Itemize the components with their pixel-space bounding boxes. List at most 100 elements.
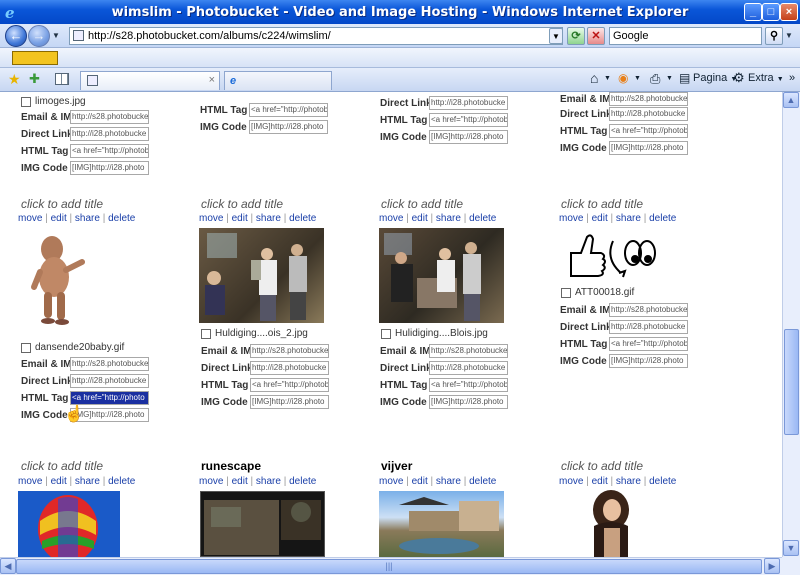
back-arrow-icon[interactable]: ←: [5, 25, 27, 47]
share-link[interactable]: share: [436, 476, 461, 487]
html-tag-field[interactable]: <a href="http://photob: [609, 124, 688, 138]
dancing-baby-image[interactable]: [30, 232, 85, 327]
scroll-down-arrow-icon[interactable]: ▼: [783, 540, 799, 556]
checkbox[interactable]: [21, 97, 31, 107]
delete-link[interactable]: delete: [469, 476, 496, 487]
edit-link[interactable]: edit: [232, 213, 248, 224]
print-icon[interactable]: ⎙: [650, 71, 660, 87]
maximize-button[interactable]: □: [762, 3, 780, 21]
img-code-field[interactable]: [IMG]http://i28.photo: [250, 395, 329, 409]
ceremony-photo-2[interactable]: [379, 228, 504, 323]
share-link[interactable]: share: [616, 213, 641, 224]
edit-link[interactable]: edit: [412, 213, 428, 224]
tab-photobucket[interactable]: ×: [80, 71, 220, 90]
delete-link[interactable]: delete: [649, 476, 676, 487]
garden-pond-image[interactable]: [379, 491, 504, 557]
add-title-link[interactable]: click to add title: [561, 197, 643, 211]
search-icon[interactable]: ⚲: [765, 27, 783, 45]
refresh-icon[interactable]: ⟳: [567, 27, 585, 45]
scroll-left-arrow-icon[interactable]: ◀: [0, 558, 16, 574]
move-link[interactable]: move: [199, 213, 223, 224]
tab-new[interactable]: e: [224, 71, 332, 90]
feeds-icon[interactable]: ◉: [618, 71, 628, 85]
email-field[interactable]: http://s28.photobucke: [250, 344, 329, 358]
checkbox[interactable]: [381, 329, 391, 339]
home-icon[interactable]: ⌂: [590, 70, 598, 86]
horizontal-scroll-thumb[interactable]: |||: [16, 559, 762, 574]
delete-link[interactable]: delete: [469, 213, 496, 224]
file-checkbox[interactable]: ATT00018.gif: [561, 287, 634, 298]
email-field[interactable]: http://s28.photobucke: [609, 92, 688, 106]
direct-link-field[interactable]: http://i28.photobucke: [250, 361, 329, 375]
home-dropdown-icon[interactable]: ▼: [604, 75, 611, 82]
add-favorites-icon[interactable]: ✚: [29, 71, 40, 87]
photo-title[interactable]: runescape: [201, 459, 261, 473]
direct-link-field[interactable]: http://i28.photobucke: [70, 127, 149, 141]
vertical-scrollbar[interactable]: ▲ ▼: [782, 92, 800, 557]
search-input[interactable]: Google: [609, 27, 762, 45]
add-title-link[interactable]: click to add title: [21, 459, 103, 473]
email-field[interactable]: http://s28.photobucke: [70, 110, 149, 124]
scroll-right-arrow-icon[interactable]: ▶: [764, 558, 780, 574]
edit-link[interactable]: edit: [412, 476, 428, 487]
thumbs-up-cartoon-image[interactable]: [563, 231, 658, 281]
chevron-right-icon[interactable]: »: [789, 72, 795, 84]
email-field[interactable]: http://s28.photobucke: [609, 303, 688, 317]
balloon-image[interactable]: [18, 491, 120, 557]
horizontal-scrollbar[interactable]: ◀ ||| ▶: [0, 557, 782, 575]
direct-link-field[interactable]: http://i28.photobucke: [70, 374, 149, 388]
share-link[interactable]: share: [616, 476, 641, 487]
share-link[interactable]: share: [75, 476, 100, 487]
edit-link[interactable]: edit: [232, 476, 248, 487]
direct-link-field[interactable]: http://i28.photobucke: [609, 320, 688, 334]
html-tag-field[interactable]: <a href="http://photob: [249, 103, 328, 117]
girl-figure-image[interactable]: [584, 488, 639, 557]
quick-tabs-icon[interactable]: [55, 73, 69, 85]
img-code-field[interactable]: [IMG]http://i28.photo: [429, 395, 508, 409]
img-code-field[interactable]: [IMG]http://i28.photo: [429, 130, 508, 144]
direct-link-field[interactable]: http://i28.photobucke: [609, 107, 688, 121]
share-link[interactable]: share: [75, 213, 100, 224]
edit-link[interactable]: edit: [51, 476, 67, 487]
checkbox[interactable]: [561, 288, 571, 298]
edit-link[interactable]: edit: [51, 213, 67, 224]
move-link[interactable]: move: [18, 476, 42, 487]
add-title-link[interactable]: click to add title: [201, 197, 283, 211]
search-options-icon[interactable]: ▼: [785, 31, 793, 40]
html-tag-field[interactable]: <a href="http://photob: [429, 113, 508, 127]
file-checkbox[interactable]: limoges.jpg: [21, 96, 86, 107]
feeds-dropdown-icon[interactable]: ▼: [634, 75, 641, 82]
move-link[interactable]: move: [559, 213, 583, 224]
add-title-link[interactable]: click to add title: [21, 197, 103, 211]
forward-arrow-icon[interactable]: →: [28, 25, 50, 47]
file-checkbox[interactable]: Hulidiging....Blois.jpg: [381, 328, 488, 339]
gear-icon[interactable]: ⚙: [733, 70, 745, 86]
html-tag-field[interactable]: <a href="http://photob: [609, 337, 688, 351]
email-field[interactable]: http://s28.photobucke: [429, 344, 508, 358]
minimize-button[interactable]: _: [744, 3, 762, 21]
close-tab-icon[interactable]: ×: [209, 72, 215, 89]
img-code-field[interactable]: [IMG]http://i28.photo: [249, 120, 328, 134]
move-link[interactable]: move: [379, 476, 403, 487]
move-link[interactable]: move: [559, 476, 583, 487]
url-input[interactable]: http://s28.photobucket.com/albums/c224/w…: [69, 27, 563, 45]
scroll-up-arrow-icon[interactable]: ▲: [783, 92, 799, 108]
url-dropdown-icon[interactable]: ▼: [549, 28, 563, 44]
vertical-scroll-thumb[interactable]: [784, 329, 799, 435]
checkbox[interactable]: [201, 329, 211, 339]
ceremony-photo-1[interactable]: [199, 228, 324, 323]
html-tag-field-selected[interactable]: <a href="http://photo: [70, 391, 149, 405]
page-menu-icon[interactable]: ▤: [679, 71, 690, 85]
edit-link[interactable]: edit: [592, 476, 608, 487]
delete-link[interactable]: delete: [108, 213, 135, 224]
direct-link-field[interactable]: http://i28.photobucke: [429, 361, 508, 375]
html-tag-field[interactable]: <a href="http://photob: [70, 144, 149, 158]
delete-link[interactable]: delete: [289, 476, 316, 487]
delete-link[interactable]: delete: [649, 213, 676, 224]
favorites-star-icon[interactable]: ★: [8, 71, 21, 88]
checkbox[interactable]: [21, 343, 31, 353]
move-link[interactable]: move: [199, 476, 223, 487]
stop-icon[interactable]: ✕: [587, 27, 605, 45]
links-toolbar-icon[interactable]: [12, 51, 58, 65]
img-code-field[interactable]: [IMG]http://i28.photo: [609, 141, 688, 155]
